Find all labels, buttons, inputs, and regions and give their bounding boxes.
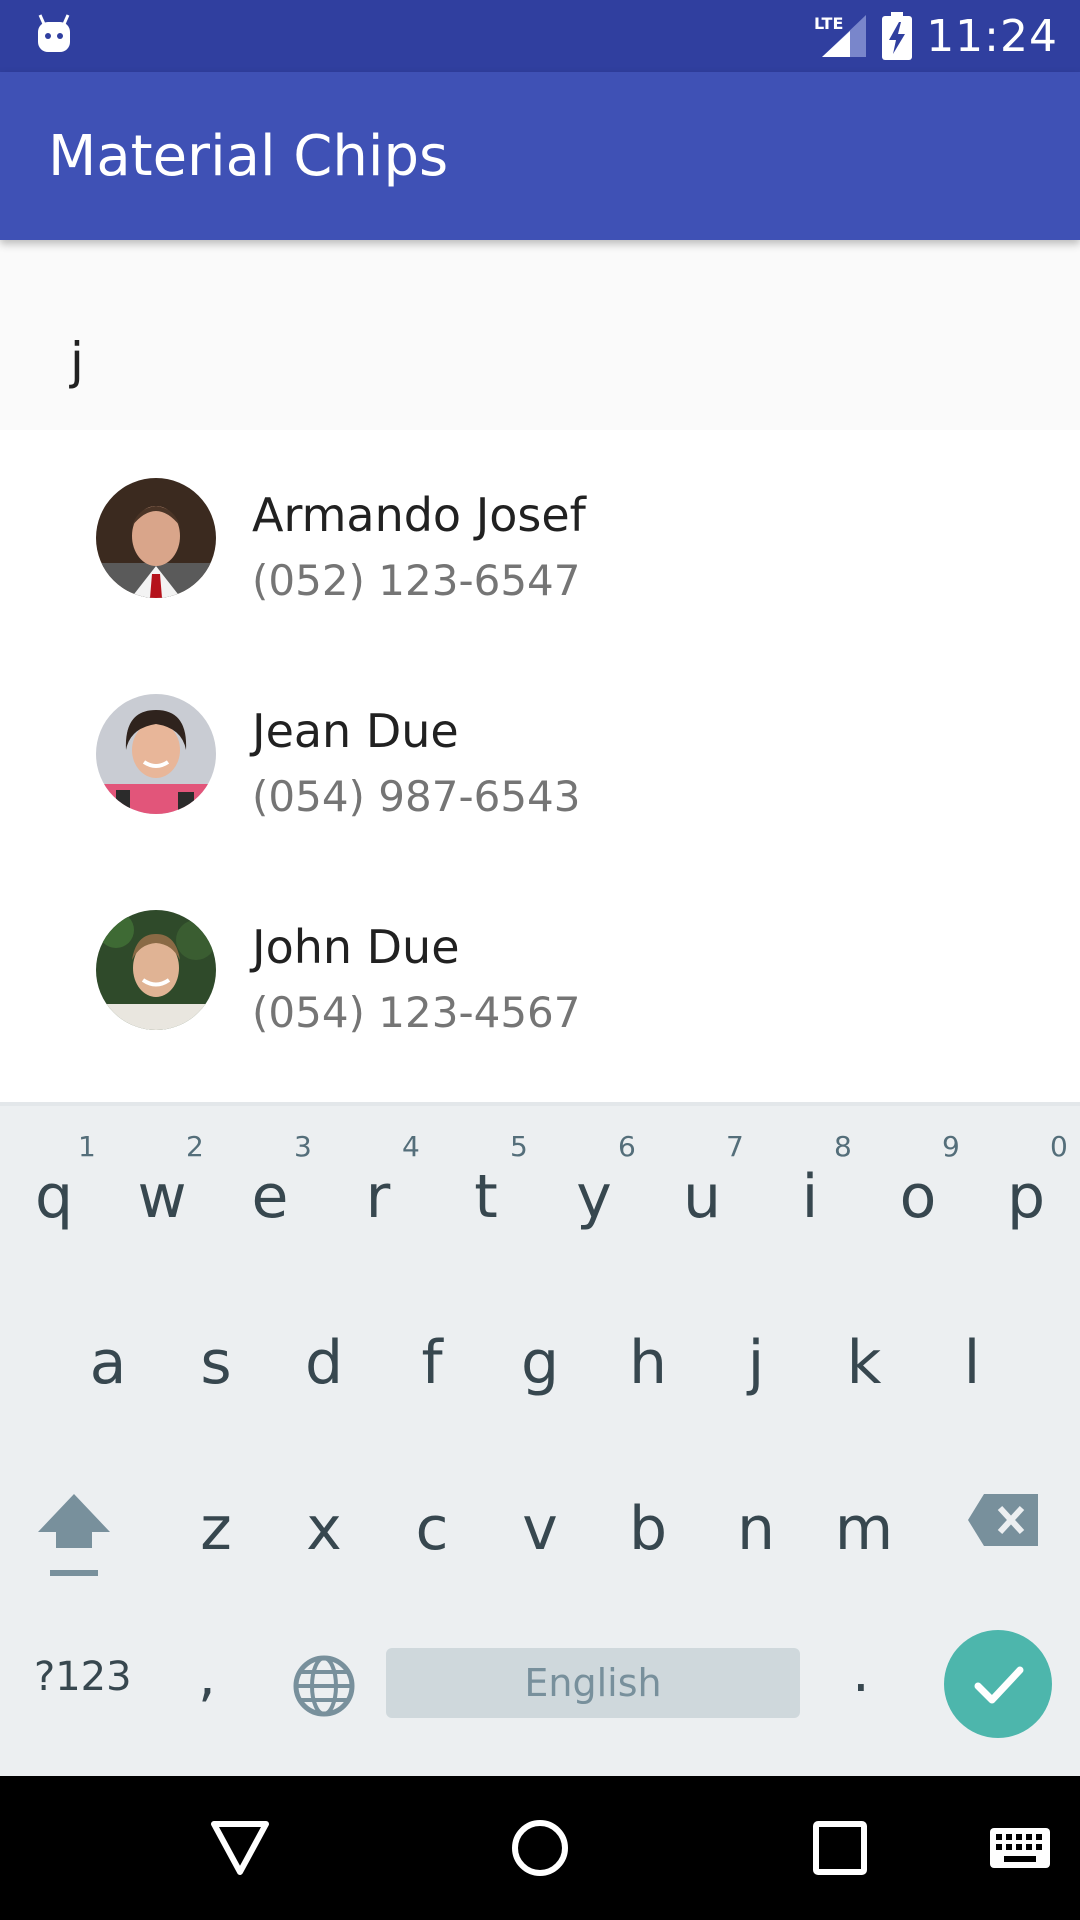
key-hint-4: 4 [402,1130,420,1163]
contact-phone: (054) 123-4567 [252,988,581,1037]
comma-key[interactable]: , [198,1644,216,1709]
recents-button[interactable] [790,1776,890,1920]
app-bar: Material Chips [0,72,1080,240]
key-m[interactable]: m [810,1494,918,1564]
key-hint-9: 9 [942,1130,960,1163]
recents-icon [813,1821,867,1875]
android-debug-icon [38,14,70,52]
key-c[interactable]: c [378,1494,486,1564]
soft-keyboard: q w e r t y u i o p 1 2 3 4 5 6 7 8 9 0 … [0,1102,1080,1776]
shift-icon[interactable] [36,1490,112,1582]
contact-suggestion-list: Armando Josef (052) 123-6547 Jean Due (0… [0,430,1080,1106]
contact-phone: (052) 123-6547 [252,556,581,605]
app-title: Material Chips [48,124,449,189]
contact-name: Armando Josef [252,488,586,542]
backspace-icon[interactable] [966,1490,1042,1550]
back-button[interactable] [190,1776,290,1920]
space-key[interactable]: English [386,1648,800,1718]
status-time: 11:24 [926,10,1058,62]
symbols-key[interactable]: ?123 [34,1654,132,1700]
keyboard-switch-icon [990,1828,1050,1868]
key-j[interactable]: j [702,1328,810,1398]
key-hint-3: 3 [294,1130,312,1163]
avatar-photo [96,478,216,598]
key-hint-5: 5 [510,1130,528,1163]
key-n[interactable]: n [702,1494,810,1564]
key-hint-6: 6 [618,1130,636,1163]
check-icon [974,1666,1024,1704]
key-a[interactable]: a [54,1328,162,1398]
key-k[interactable]: k [810,1328,918,1398]
key-w[interactable]: w [108,1162,216,1232]
contact-item[interactable]: Armando Josef (052) 123-6547 [0,430,1080,646]
key-g[interactable]: g [486,1328,594,1398]
contact-name: John Due [252,920,460,974]
contact-item[interactable]: John Due (054) 123-4567 [0,862,1080,1078]
home-button[interactable] [490,1776,590,1920]
status-right-group: LTE 11:24 [814,0,1058,72]
chips-input-container[interactable]: j [0,240,1080,430]
key-y[interactable]: y [540,1162,648,1232]
key-z[interactable]: z [162,1494,270,1564]
avatar-photo [96,910,216,1030]
key-d[interactable]: d [270,1328,378,1398]
navigation-bar [0,1776,1080,1920]
network-label: LTE [814,14,843,33]
key-q[interactable]: q [0,1162,108,1232]
key-hint-2: 2 [186,1130,204,1163]
key-b[interactable]: b [594,1494,702,1564]
key-h[interactable]: h [594,1328,702,1398]
key-s[interactable]: s [162,1328,270,1398]
avatar-photo [96,694,216,814]
contact-name: Jean Due [252,704,459,758]
status-bar: LTE 11:24 [0,0,1080,72]
back-icon [211,1821,269,1875]
globe-icon[interactable] [292,1654,356,1718]
contact-item[interactable]: Jean Due (054) 987-6543 [0,646,1080,862]
key-e[interactable]: e [216,1162,324,1232]
contact-phone: (054) 987-6543 [252,772,581,821]
key-hint-8: 8 [834,1130,852,1163]
key-p[interactable]: p [972,1162,1080,1232]
home-icon [512,1820,568,1876]
lte-signal-icon: LTE [814,14,867,57]
key-v[interactable]: v [486,1494,594,1564]
keyboard-switch-button[interactable] [980,1776,1060,1920]
enter-key[interactable] [944,1630,1052,1738]
key-x[interactable]: x [270,1494,378,1564]
key-i[interactable]: i [756,1162,864,1232]
key-f[interactable]: f [378,1328,486,1398]
key-l[interactable]: l [918,1328,1026,1398]
key-hint-0: 0 [1050,1130,1068,1163]
period-key[interactable]: . [852,1640,870,1705]
chips-input[interactable]: j [70,332,84,390]
screen: LTE 11:24 Material Chips j Armando Josef… [0,0,1080,1920]
key-t[interactable]: t [432,1162,540,1232]
key-u[interactable]: u [648,1162,756,1232]
key-hint-7: 7 [726,1130,744,1163]
battery-charging-icon [882,12,913,60]
key-hint-1: 1 [78,1130,96,1163]
key-o[interactable]: o [864,1162,972,1232]
key-r[interactable]: r [324,1162,432,1232]
